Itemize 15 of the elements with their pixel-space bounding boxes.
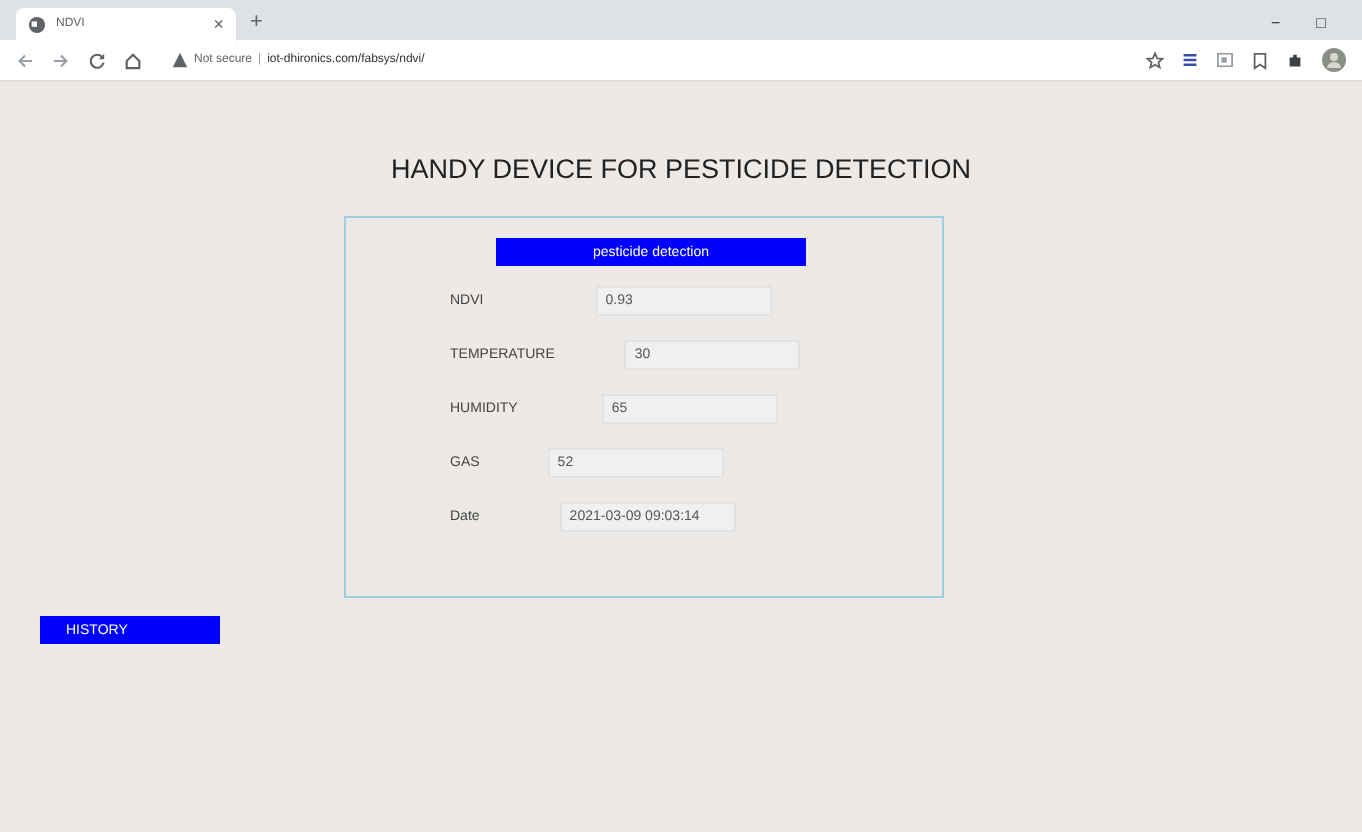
avatar-icon[interactable] [1322,48,1346,72]
new-tab-button[interactable]: + [250,10,263,34]
window-control[interactable]: □ [1316,14,1326,32]
window-control[interactable]: − [1270,14,1281,32]
forward-icon[interactable] [52,51,70,69]
star-icon[interactable] [1146,51,1164,69]
media-icon[interactable] [1216,52,1234,68]
close-tab-button[interactable]: × [213,14,224,34]
page-title: HANDY DEVICE FOR PESTICIDE DETECTION [388,154,974,184]
list-icon[interactable] [1182,52,1198,68]
home-icon[interactable] [124,51,142,69]
back-icon[interactable] [16,51,34,69]
bookmark-icon[interactable] [1252,51,1268,69]
warning-icon [172,52,188,68]
reload-icon[interactable] [88,51,106,69]
